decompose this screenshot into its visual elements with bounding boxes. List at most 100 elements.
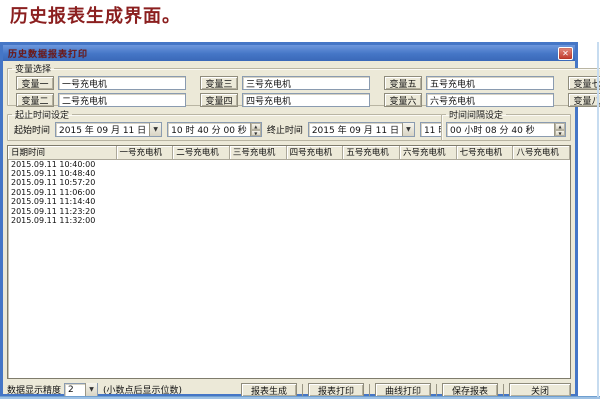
row-datetime: 2015.09.11 11:14:40 [8, 197, 116, 207]
variable-pair-6: 变量六 [384, 93, 554, 107]
col-header-charger5[interactable]: 五号充电机 [343, 146, 400, 159]
variable-input-6[interactable] [426, 93, 554, 107]
row-datetime: 2015.09.11 11:23:20 [8, 207, 116, 217]
close-icon: ✕ [562, 49, 569, 58]
generate-report-button[interactable]: 报表生成 [241, 383, 297, 397]
table-row[interactable]: 2015.09.11 11:32:00 [8, 216, 570, 226]
variable-pair-1: 变量一 [16, 76, 186, 90]
report-table: 日期时间 一号充电机 二号充电机 三号充电机 四号充电机 五号充电机 六号充电机… [8, 146, 570, 226]
variable-pair-3: 变量三 [200, 76, 370, 90]
precision-hint: (小数点后显示位数) [103, 383, 182, 396]
variable-button-8[interactable]: 变量八 [568, 93, 600, 107]
variable-button-5[interactable]: 变量五 [384, 76, 422, 90]
interval-value: 00 小时 08 分 40 秒 [447, 123, 554, 136]
end-date-value: 2015 年 09 月 11 日 [309, 123, 402, 136]
outer-frame-right [597, 42, 599, 397]
print-curve-button[interactable]: 曲线打印 [375, 383, 431, 397]
end-time-label: 终止时间 [267, 123, 303, 136]
spin-down-icon[interactable]: ▼ [555, 130, 565, 137]
button-divider [503, 384, 504, 396]
interval-spinner[interactable]: 00 小时 08 分 40 秒 ▲ ▼ [446, 122, 566, 137]
button-divider [436, 384, 437, 396]
start-time-label: 起始时间 [14, 123, 50, 136]
button-divider [302, 384, 303, 396]
col-header-datetime[interactable]: 日期时间 [8, 146, 116, 159]
variable-input-4[interactable] [242, 93, 370, 107]
start-date-dropdown-button[interactable]: ▼ [149, 123, 161, 136]
time-range-group-title: 起止时间设定 [12, 108, 72, 121]
variable-select-group: 变量选择 变量一 变量三 变量五 变量七 [7, 62, 600, 106]
close-dialog-button[interactable]: 关闭 [509, 383, 571, 397]
precision-dropdown-button[interactable]: ▼ [85, 383, 97, 396]
col-header-charger4[interactable]: 四号充电机 [286, 146, 343, 159]
table-row[interactable]: 2015.09.11 10:48:40 [8, 169, 570, 179]
table-row[interactable]: 2015.09.11 10:40:00 [8, 159, 570, 169]
variable-button-1[interactable]: 变量一 [16, 76, 54, 90]
interval-group: 时间间隔设定 00 小时 08 分 40 秒 ▲ ▼ [441, 108, 571, 141]
variable-button-2[interactable]: 变量二 [16, 93, 54, 107]
chevron-down-icon: ▼ [406, 126, 411, 133]
variable-input-2[interactable] [58, 93, 186, 107]
dialog-window: 历史数据报表打印 ✕ 变量选择 变量一 变量三 变 [0, 42, 578, 397]
outer-frame-bottom [0, 396, 600, 399]
start-time-spinner[interactable]: 10 时 40 分 00 秒 ▲ ▼ [167, 122, 262, 137]
end-date-dropdown-button[interactable]: ▼ [402, 123, 414, 136]
variable-input-1[interactable] [58, 76, 186, 90]
interval-updown: ▲ ▼ [554, 123, 565, 136]
chevron-down-icon: ▼ [153, 126, 158, 133]
start-time-updown: ▲ ▼ [250, 123, 261, 136]
page-heading: 、历史报表生成界面。 [0, 2, 181, 28]
interval-group-title: 时间间隔设定 [446, 108, 506, 121]
col-header-charger8[interactable]: 八号充电机 [513, 146, 570, 159]
start-date-picker[interactable]: 2015 年 09 月 11 日 ▼ [55, 122, 162, 137]
variable-input-5[interactable] [426, 76, 554, 90]
interval-row: 00 小时 08 分 40 秒 ▲ ▼ [442, 121, 570, 137]
window-title: 历史数据报表打印 [8, 47, 558, 60]
dialog-client-area: 变量选择 变量一 变量三 变量五 变量七 [3, 61, 575, 394]
variable-pair-7: 变量七 [568, 76, 600, 90]
page: 、历史报表生成界面。 历史数据报表打印 ✕ 变量选择 变量一 变量三 [0, 0, 600, 400]
col-header-charger3[interactable]: 三号充电机 [229, 146, 286, 159]
variable-button-6[interactable]: 变量六 [384, 93, 422, 107]
variable-grid: 变量一 变量三 变量五 变量七 [8, 75, 600, 109]
variable-pair-4: 变量四 [200, 93, 370, 107]
close-button[interactable]: ✕ [558, 47, 573, 60]
report-list[interactable]: 日期时间 一号充电机 二号充电机 三号充电机 四号充电机 五号充电机 六号充电机… [7, 145, 571, 379]
precision-label: 数据显示精度 [7, 383, 61, 396]
row-datetime: 2015.09.11 11:06:00 [8, 188, 116, 198]
variable-pair-8: 变量八 [568, 93, 600, 107]
spin-down-icon[interactable]: ▼ [251, 130, 261, 137]
table-row[interactable]: 2015.09.11 11:14:40 [8, 197, 570, 207]
title-bar[interactable]: 历史数据报表打印 ✕ [3, 45, 575, 61]
row-datetime: 2015.09.11 11:32:00 [8, 216, 116, 226]
col-header-charger1[interactable]: 一号充电机 [116, 146, 173, 159]
row-datetime: 2015.09.11 10:40:00 [8, 159, 116, 169]
variable-group-title: 变量选择 [12, 62, 54, 75]
variable-button-7[interactable]: 变量七 [568, 76, 600, 90]
chevron-down-icon: ▼ [89, 386, 94, 393]
footer-bar: 数据显示精度 2 ▼ (小数点后显示位数) 报表生成 报表打印 曲线打印 保存报… [7, 382, 571, 397]
print-report-button[interactable]: 报表打印 [308, 383, 364, 397]
variable-pair-2: 变量二 [16, 93, 186, 107]
row-datetime: 2015.09.11 10:57:20 [8, 178, 116, 188]
col-header-charger2[interactable]: 二号充电机 [173, 146, 230, 159]
table-row[interactable]: 2015.09.11 11:06:00 [8, 188, 570, 198]
precision-select[interactable]: 2 ▼ [64, 383, 98, 397]
variable-button-4[interactable]: 变量四 [200, 93, 238, 107]
row-datetime: 2015.09.11 10:48:40 [8, 169, 116, 179]
table-header-row: 日期时间 一号充电机 二号充电机 三号充电机 四号充电机 五号充电机 六号充电机… [8, 146, 570, 159]
variable-input-3[interactable] [242, 76, 370, 90]
col-header-charger6[interactable]: 六号充电机 [399, 146, 456, 159]
table-row[interactable]: 2015.09.11 10:57:20 [8, 178, 570, 188]
start-time-value: 10 时 40 分 00 秒 [168, 123, 250, 136]
variable-button-3[interactable]: 变量三 [200, 76, 238, 90]
save-report-button[interactable]: 保存报表 [442, 383, 498, 397]
variable-pair-5: 变量五 [384, 76, 554, 90]
precision-value: 2 [65, 385, 85, 395]
footer-buttons: 报表生成 报表打印 曲线打印 保存报表 关闭 [241, 383, 571, 397]
end-date-picker[interactable]: 2015 年 09 月 11 日 ▼ [308, 122, 415, 137]
col-header-charger7[interactable]: 七号充电机 [456, 146, 513, 159]
table-row[interactable]: 2015.09.11 11:23:20 [8, 207, 570, 217]
start-date-value: 2015 年 09 月 11 日 [56, 123, 149, 136]
button-divider [369, 384, 370, 396]
